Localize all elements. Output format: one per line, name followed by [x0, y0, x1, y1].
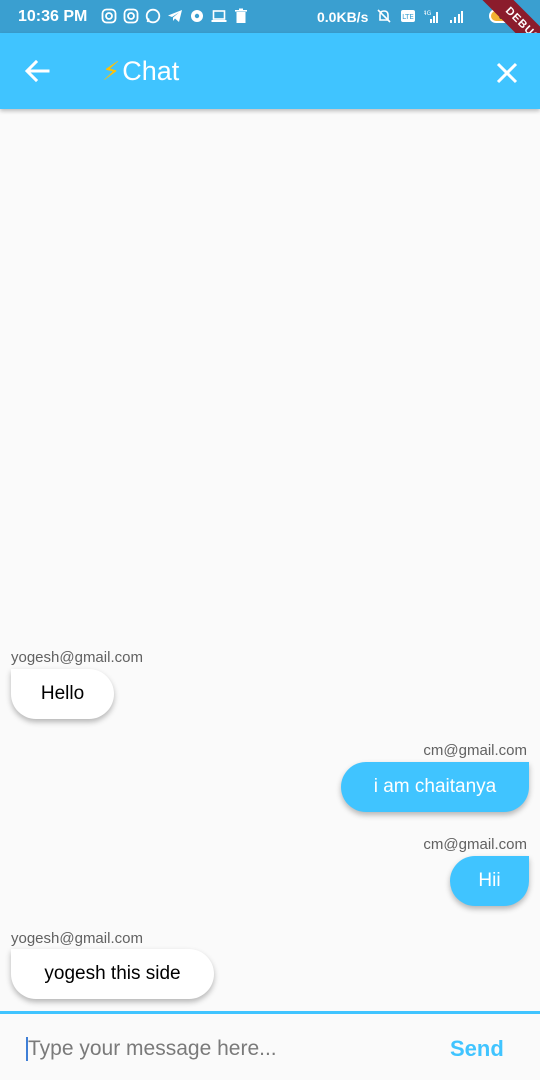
signal-4g-icon: 4G	[424, 10, 438, 23]
message-bubble[interactable]: yogesh this side	[11, 949, 214, 999]
status-time: 10:36 PM	[18, 8, 88, 25]
system-icons: LTE 4G	[376, 8, 464, 24]
lightning-bolt-icon: ⚡	[102, 56, 121, 86]
svg-text:LTE: LTE	[402, 13, 414, 21]
mute-icon	[377, 9, 391, 23]
chat-icon	[191, 10, 203, 22]
status-bar: 10:36 PM 0.0KB/s LTE 4G 83 DEBUG	[0, 0, 540, 60]
arrow-back-icon	[24, 59, 50, 83]
message-input[interactable]	[26, 1032, 420, 1066]
close-button[interactable]	[494, 60, 520, 86]
app-bar-title: ⚡ Chat	[102, 54, 179, 88]
message-text: Hello	[40, 683, 85, 704]
message-sender: yogesh@gmail.com	[11, 649, 143, 666]
svg-text:4G: 4G	[424, 10, 432, 17]
network-speed: 0.0KB/s	[317, 9, 369, 25]
page-title: Chat	[122, 56, 180, 86]
trash-icon	[235, 8, 247, 23]
message-bubble[interactable]: i am chaitanya	[341, 762, 529, 812]
message-composer: Send	[0, 1011, 540, 1080]
laptop-icon	[211, 10, 227, 22]
back-button[interactable]	[22, 57, 54, 85]
message-sender: yogesh@gmail.com	[11, 930, 143, 947]
text-caret	[26, 1037, 28, 1061]
close-icon	[496, 62, 518, 84]
message-sender: cm@gmail.com	[423, 836, 527, 853]
volte-icon: LTE	[401, 10, 415, 22]
send-button[interactable]: Send	[450, 1036, 504, 1062]
message-text: Hii	[478, 870, 501, 891]
whatsapp-icon	[145, 8, 161, 24]
message-bubble[interactable]: Hello	[11, 669, 114, 719]
message-sender: cm@gmail.com	[423, 742, 527, 759]
message-text: yogesh this side	[44, 963, 181, 984]
app-bar: ⚡ Chat	[0, 33, 540, 109]
message-bubble[interactable]: Hii	[450, 856, 529, 906]
instagram-icon	[123, 8, 139, 24]
message-text: i am chaitanya	[373, 776, 497, 797]
instagram-icon	[101, 8, 117, 24]
telegram-icon	[168, 10, 182, 22]
notification-icons	[101, 8, 249, 24]
signal-icon	[450, 11, 463, 23]
